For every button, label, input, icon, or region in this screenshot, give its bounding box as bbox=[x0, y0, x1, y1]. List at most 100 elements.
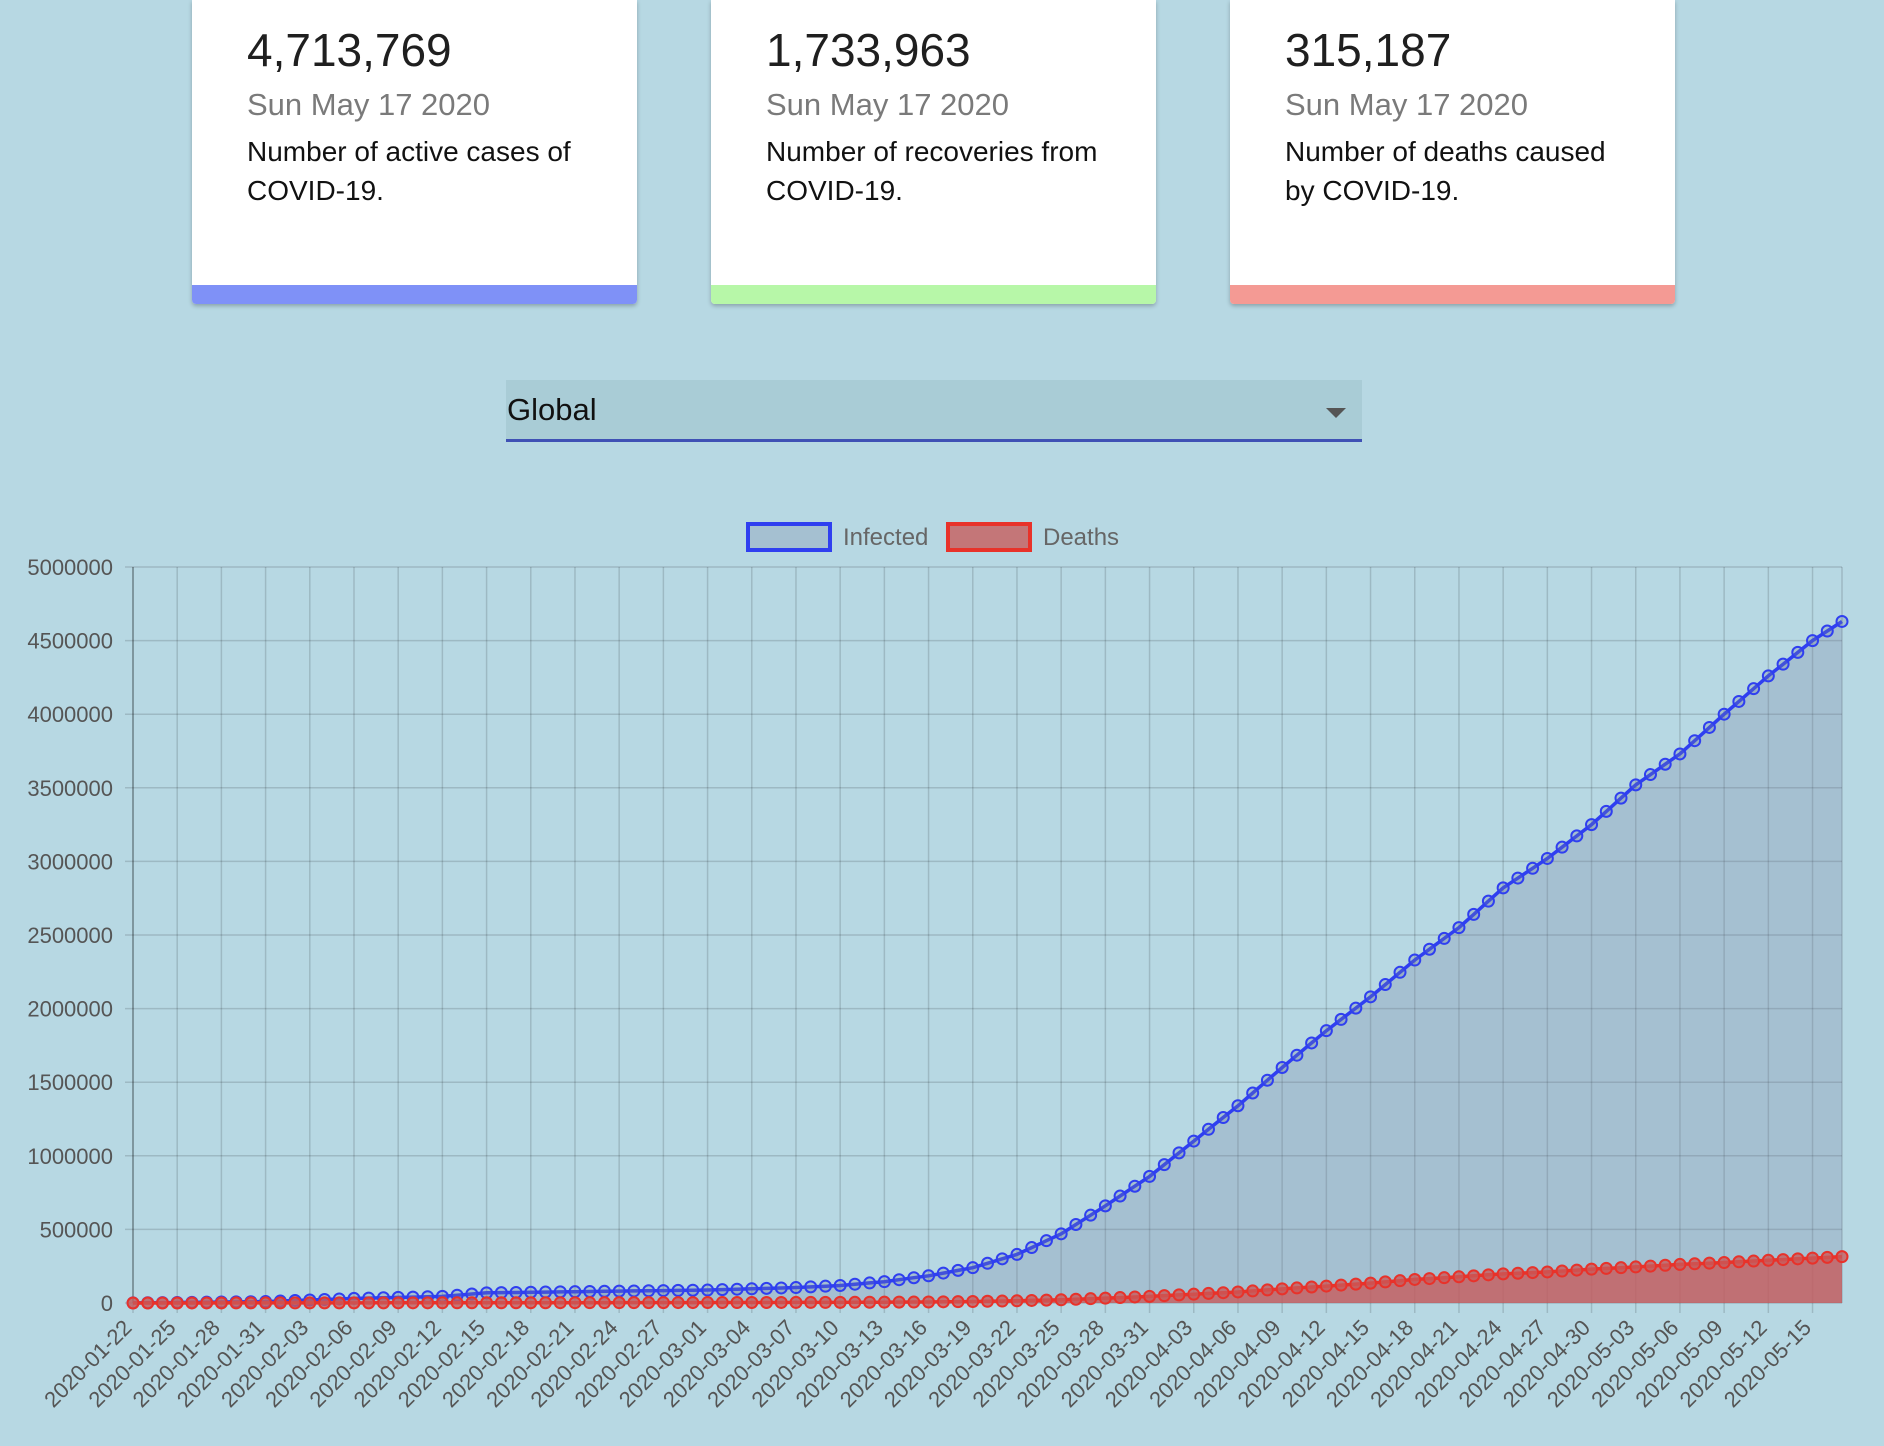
infected-point: 2020-04-24: 2820000 bbox=[1496, 881, 1510, 895]
deaths-point: 2020-03-05: 3578 bbox=[760, 1295, 774, 1309]
deaths-point: 2020-04-11: 108667 bbox=[1305, 1280, 1319, 1294]
deaths-point: 2020-02-03: 759 bbox=[303, 1296, 317, 1310]
infected-point: 2020-05-14: 4420000 bbox=[1791, 645, 1805, 659]
infected-point: 2020-03-13: 145000 bbox=[877, 1275, 891, 1289]
deaths-point: 2020-02-14: 1438 bbox=[465, 1296, 479, 1310]
region-select[interactable]: Global bbox=[506, 380, 1362, 442]
deaths-point: 2020-05-08: 270667 bbox=[1702, 1256, 1716, 1270]
infected-point: 2020-02-28: 85556 bbox=[671, 1283, 685, 1297]
deaths-point: 2020-02-13: 1376 bbox=[450, 1296, 464, 1310]
infected-point: 2020-02-19: 74333 bbox=[539, 1285, 553, 1299]
deaths-point: 2020-03-19: 10000 bbox=[966, 1295, 980, 1309]
deaths-point: 2020-02-29: 2900 bbox=[686, 1296, 700, 1310]
y-tick-label: 0 bbox=[101, 1291, 113, 1316]
infected-point: 2020-03-21: 300000 bbox=[995, 1252, 1009, 1266]
legend-label-deaths: Deaths bbox=[1043, 524, 1119, 551]
deaths-point: 2020-03-11: 4750 bbox=[848, 1295, 862, 1309]
infected-point: 2020-03-09: 114333 bbox=[818, 1279, 832, 1293]
deaths-point: 2020-04-21: 178000 bbox=[1452, 1270, 1466, 1284]
cases-line-chart: 0 500000 1000000 1500000 2000000 2500000 30000… bbox=[27, 522, 1849, 1412]
infected-point: 2020-02-18: 73000 bbox=[524, 1285, 538, 1299]
deaths-point: 2020-03-22: 15000 bbox=[1010, 1294, 1024, 1308]
deaths-point: 2020-02-07: 1006 bbox=[362, 1296, 376, 1310]
deaths-point: 2020-02-28: 2800 bbox=[671, 1296, 685, 1310]
infected-point: 2020-03-08: 109667 bbox=[804, 1280, 818, 1294]
deaths-point: 2020-03-26: 25667 bbox=[1069, 1292, 1083, 1306]
deaths-point: 2020-01-31: 573 bbox=[259, 1296, 273, 1310]
deaths-point: 2020-02-27: 2700 bbox=[656, 1296, 670, 1310]
deaths-point: 2020-02-21: 2100 bbox=[568, 1296, 582, 1310]
deaths-point: 2020-05-02: 240000 bbox=[1614, 1261, 1628, 1275]
infected-point: 2020-03-27: 596667 bbox=[1084, 1208, 1098, 1222]
deaths-point: 2020-04-15: 135000 bbox=[1364, 1276, 1378, 1290]
infected-point: 2020-04-15: 2080000 bbox=[1364, 990, 1378, 1004]
deaths-point: 2020-04-28: 217333 bbox=[1555, 1264, 1569, 1278]
deaths-point: 2020-04-04: 65000 bbox=[1201, 1286, 1215, 1300]
deaths-point: 2020-04-13: 121667 bbox=[1334, 1278, 1348, 1292]
deaths-point: 2020-03-09: 4156 bbox=[818, 1295, 832, 1309]
deaths-point: 2020-04-01: 50000 bbox=[1157, 1289, 1171, 1303]
infected-point: 2020-05-05: 3660000 bbox=[1658, 757, 1672, 771]
infected-point: 2020-05-10: 4086667 bbox=[1732, 694, 1746, 708]
infected-point: 2020-03-29: 726667 bbox=[1113, 1189, 1127, 1203]
deaths-point: 2020-01-30: 511 bbox=[244, 1296, 258, 1310]
deaths-point: 2020-02-04: 820 bbox=[318, 1296, 332, 1310]
infected-point: 2020-04-06: 1340000 bbox=[1231, 1099, 1245, 1113]
infected-point: 2020-04-26: 2953333 bbox=[1526, 861, 1540, 875]
deaths-point: 2020-03-10: 4300 bbox=[833, 1295, 847, 1309]
infected-point: 2020-04-02: 1020000 bbox=[1172, 1146, 1186, 1160]
infected-point: 2020-05-12: 4260000 bbox=[1761, 669, 1775, 683]
deaths-point: 2020-04-24: 198000 bbox=[1496, 1267, 1510, 1281]
infected-point: 2020-03-04: 96500 bbox=[745, 1282, 759, 1296]
infected-point: 2020-05-03: 3520000 bbox=[1629, 778, 1643, 792]
infected-point: 2020-03-02: 90833 bbox=[715, 1283, 729, 1297]
deaths-point: 2020-05-17: 315000 bbox=[1835, 1250, 1849, 1264]
infected-point: 2020-04-30: 3250000 bbox=[1585, 818, 1599, 832]
deaths-point: 2020-03-07: 3867 bbox=[789, 1295, 803, 1309]
infected-point: 2020-03-10: 119000 bbox=[833, 1278, 847, 1292]
infected-point: 2020-03-03: 93667 bbox=[730, 1282, 744, 1296]
active-cases-date: Sun May 17 2020 bbox=[247, 87, 491, 122]
infected-point: 2020-03-16: 185000 bbox=[922, 1269, 936, 1283]
deaths-point: 2020-04-09: 96000 bbox=[1275, 1282, 1289, 1296]
infected-point: 2020-03-15: 171667 bbox=[907, 1271, 921, 1285]
infected-point: 2020-04-23: 2730000 bbox=[1481, 894, 1495, 908]
infected-point: 2020-04-28: 3096667 bbox=[1555, 840, 1569, 854]
infected-point: 2020-03-20: 270000 bbox=[981, 1256, 994, 1270]
infected-point: 2020-03-19: 240000 bbox=[966, 1261, 980, 1275]
infected-point: 2020-05-13: 4340000 bbox=[1776, 657, 1790, 671]
deaths-point: 2020-03-25: 22000 bbox=[1054, 1293, 1068, 1307]
infected-point: 2020-03-28: 660000 bbox=[1098, 1199, 1112, 1213]
infected-point: 2020-05-15: 4500000 bbox=[1806, 634, 1820, 648]
deaths-point: 2020-01-27: 326 bbox=[200, 1296, 214, 1310]
deaths-point: 2020-02-05: 882 bbox=[332, 1296, 346, 1310]
infected-point: 2020-02-26: 83111 bbox=[642, 1284, 656, 1298]
deaths-point: 2020-01-24: 141 bbox=[155, 1296, 169, 1310]
deaths-point: 2020-02-26: 2600 bbox=[642, 1296, 656, 1310]
deaths-point: 2020-03-15: 6550 bbox=[907, 1295, 921, 1309]
infected-point: 2020-02-21: 77000 bbox=[568, 1285, 582, 1299]
infected-point: 2020-04-27: 3020000 bbox=[1540, 851, 1554, 865]
infected-point: 2020-03-18: 221667 bbox=[951, 1263, 965, 1277]
infected-point: 2020-05-11: 4173333 bbox=[1747, 682, 1761, 696]
recoveries-date: Sun May 17 2020 bbox=[766, 87, 1010, 122]
deaths-point: 2020-02-24: 2400 bbox=[612, 1296, 626, 1310]
infected-point: 2020-05-08: 3910000 bbox=[1702, 720, 1716, 734]
deaths-point: 2020-02-17: 1700 bbox=[509, 1296, 523, 1310]
deaths-point: 2020-03-29: 37000 bbox=[1113, 1291, 1127, 1305]
infected-point: 2020-03-24: 423333 bbox=[1039, 1234, 1053, 1248]
deaths-point: 2020-02-22: 2200 bbox=[583, 1296, 597, 1310]
deaths-point: 2020-04-12: 115000 bbox=[1319, 1279, 1333, 1293]
deaths-point: 2020-05-15: 305000 bbox=[1806, 1251, 1820, 1265]
infected-point: 2020-03-06: 102167 bbox=[774, 1281, 788, 1295]
infected-point: 2020-03-26: 533333 bbox=[1069, 1217, 1083, 1231]
deaths-point: 2020-05-10: 280000 bbox=[1732, 1255, 1746, 1269]
deaths-point: 2020-05-09: 275000 bbox=[1717, 1256, 1731, 1270]
deaths-point: 2020-02-02: 697 bbox=[288, 1296, 302, 1310]
y-tick-label: 2500000 bbox=[27, 923, 113, 948]
deaths-point: 2020-04-27: 211000 bbox=[1540, 1265, 1554, 1279]
infected-point: 2020-05-07: 3820000 bbox=[1688, 734, 1702, 748]
infected-point: 2020-05-04: 3590000 bbox=[1643, 768, 1657, 782]
deaths-point: 2020-05-01: 235000 bbox=[1599, 1261, 1613, 1275]
deaths-point: 2020-04-22: 184667 bbox=[1467, 1269, 1481, 1283]
